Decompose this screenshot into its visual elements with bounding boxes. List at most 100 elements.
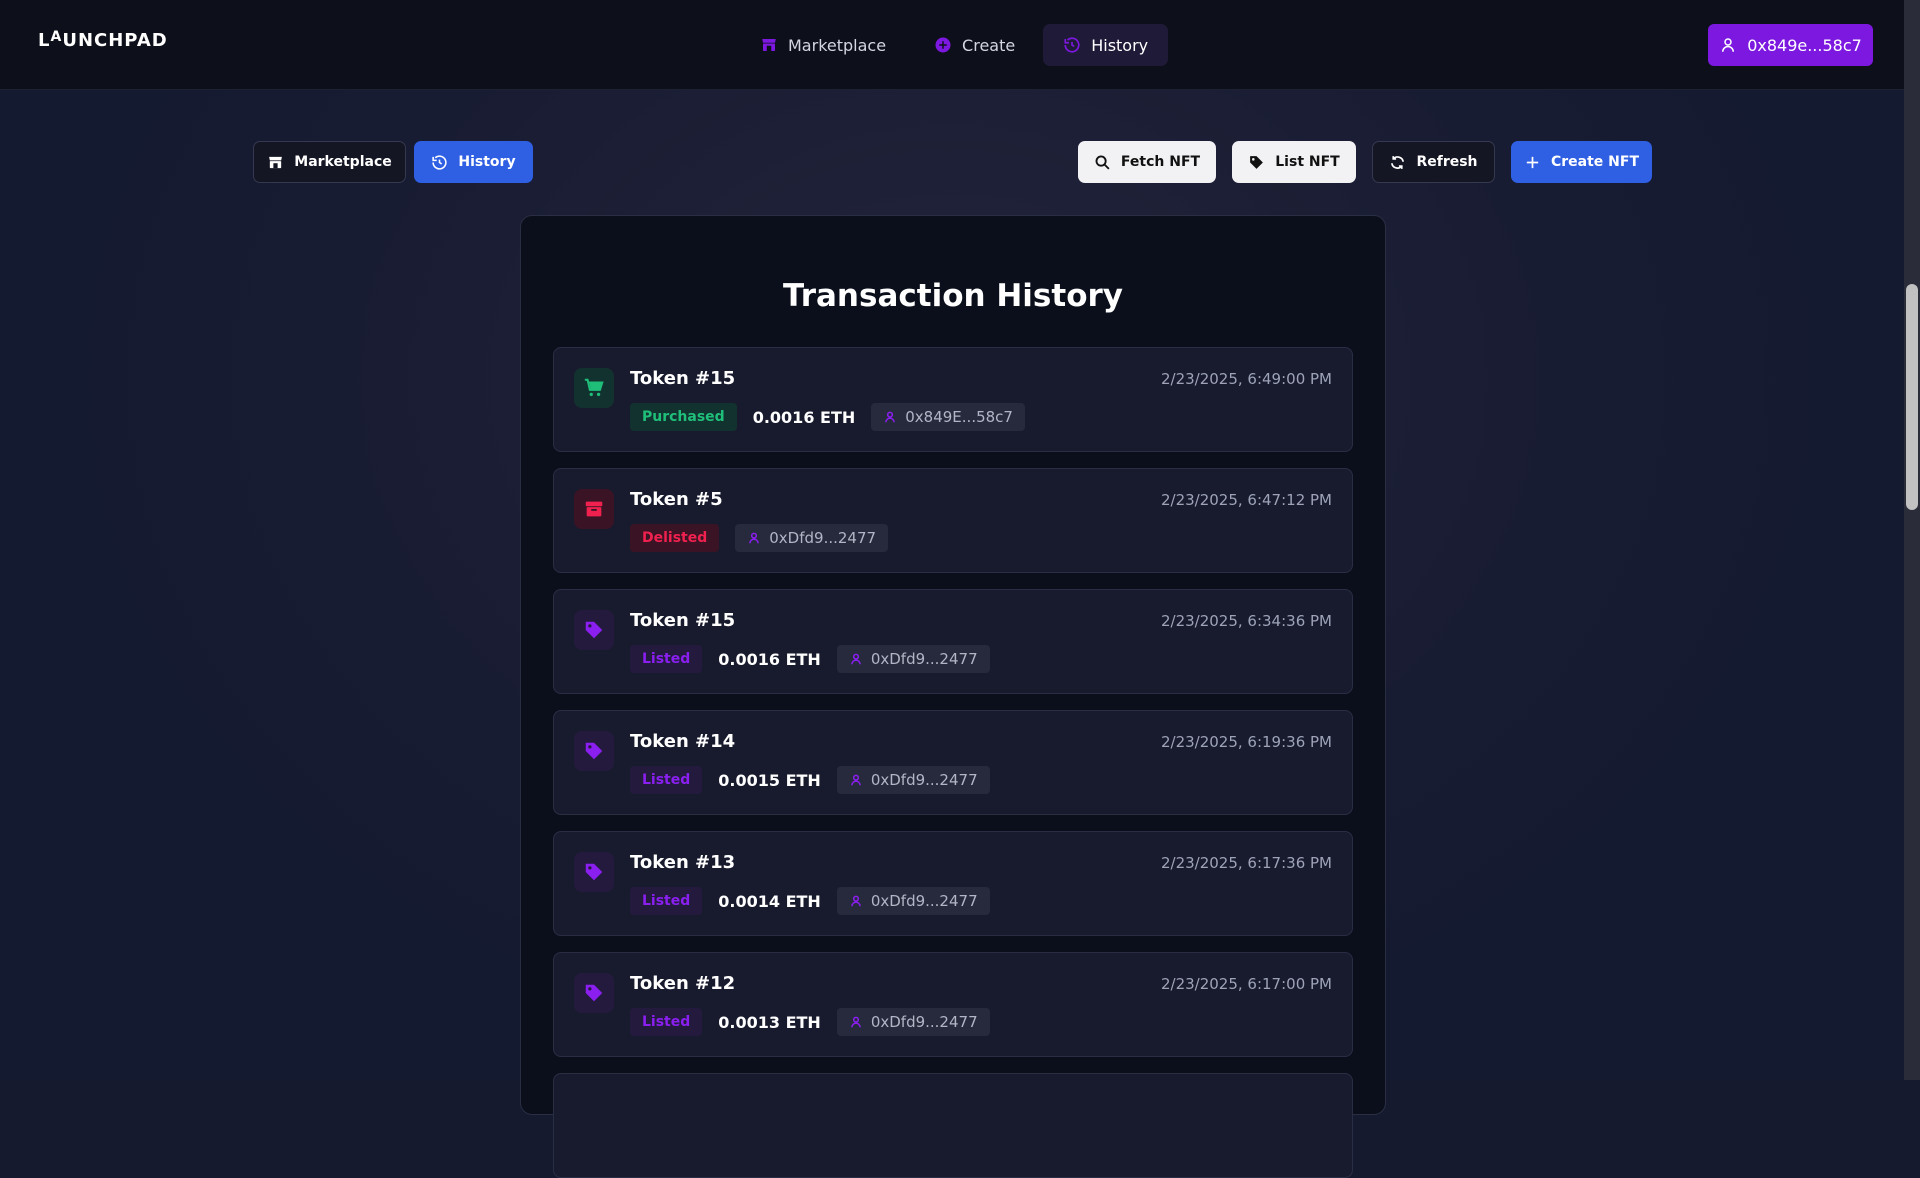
token-name: Token #13 (630, 852, 736, 873)
store-icon (269, 156, 283, 168)
user-icon (850, 774, 861, 786)
transaction-row[interactable] (553, 1073, 1353, 1178)
status-badge: Listed (630, 766, 703, 794)
address-text: 0xDfd9...2477 (769, 529, 877, 547)
transaction-date: 2/23/2025, 6:17:00 PM (1160, 975, 1332, 993)
transaction-meta: Listed 0.0014 ETH 0xDfd9...2477 (630, 887, 990, 915)
tag-icon (574, 731, 614, 771)
transaction-date: 2/23/2025, 6:34:36 PM (1160, 612, 1332, 630)
create-nft-button[interactable]: Create NFT (1511, 141, 1652, 183)
user-icon (885, 411, 896, 423)
transaction-date: 2/23/2025, 6:49:00 PM (1160, 370, 1332, 388)
transaction-row[interactable]: Token #13 2/23/2025, 6:17:36 PM Listed 0… (553, 831, 1353, 936)
price: 0.0015 ETH (718, 770, 821, 790)
transaction-row[interactable]: Token #12 2/23/2025, 6:17:00 PM Listed 0… (553, 952, 1353, 1057)
button-label: History (458, 154, 516, 170)
button-label: Marketplace (294, 154, 392, 170)
user-icon (1722, 38, 1735, 52)
page-scrollbar[interactable] (1904, 0, 1920, 1080)
transaction-row[interactable]: Token #15 2/23/2025, 6:34:36 PM Listed 0… (553, 589, 1353, 694)
token-name: Token #14 (630, 731, 736, 752)
nav-item-marketplace[interactable]: Marketplace (740, 24, 906, 66)
address-chip[interactable]: 0xDfd9...2477 (836, 887, 990, 915)
logo-letter-a: A (50, 29, 63, 45)
user-icon (850, 895, 861, 907)
button-label: Create NFT (1550, 154, 1639, 170)
plus-circle-icon (935, 37, 951, 53)
transaction-row[interactable]: Token #5 2/23/2025, 6:47:12 PM Delisted … (553, 468, 1353, 573)
status-badge: Delisted (630, 524, 720, 552)
status-badge: Listed (630, 645, 703, 673)
logo-rest: UNCHPAD (62, 30, 168, 51)
transaction-meta: Listed 0.0013 ETH 0xDfd9...2477 (630, 1008, 990, 1036)
scrollbar-thumb[interactable] (1906, 284, 1918, 510)
refresh-icon (1391, 155, 1405, 169)
main-nav: Marketplace Create History (740, 24, 1169, 66)
status-badge: Listed (630, 887, 703, 915)
fetch-nft-button[interactable]: Fetch NFT (1078, 141, 1216, 183)
transaction-history-panel: Transaction History Token #15 2/23/2025,… (520, 215, 1386, 1178)
transaction-date: 2/23/2025, 6:17:36 PM (1160, 854, 1332, 872)
price: 0.0016 ETH (718, 649, 821, 669)
user-icon (850, 1016, 861, 1028)
marketplace-button[interactable]: Marketplace (253, 141, 406, 183)
nav-item-label: History (1091, 35, 1149, 55)
transaction-meta: Purchased 0.0016 ETH 0x849E...58c7 (630, 403, 1025, 431)
wallet-address: 0x849e...58c7 (1747, 35, 1862, 55)
search-icon (1095, 155, 1110, 170)
history-button[interactable]: History (414, 141, 533, 183)
token-name: Token #15 (630, 610, 736, 631)
token-name: Token #5 (630, 489, 723, 510)
status-badge: Listed (630, 1008, 703, 1036)
panel-title: Transaction History (782, 278, 1123, 314)
tag-icon (574, 852, 614, 892)
nav-item-label: Marketplace (788, 35, 887, 55)
user-icon (749, 532, 760, 544)
user-icon (850, 653, 861, 665)
token-name: Token #15 (630, 368, 736, 389)
archive-icon (574, 489, 614, 529)
button-label: Refresh (1416, 154, 1478, 170)
transaction-date: 2/23/2025, 6:47:12 PM (1160, 491, 1332, 509)
history-icon (432, 154, 448, 170)
status-badge: Purchased (630, 403, 737, 431)
token-name: Token #12 (630, 973, 736, 994)
transaction-row[interactable]: Token #14 2/23/2025, 6:19:36 PM Listed 0… (553, 710, 1353, 815)
cart-icon (574, 368, 614, 408)
address-text: 0x849E...58c7 (905, 408, 1013, 426)
transaction-meta: Listed 0.0016 ETH 0xDfd9...2477 (630, 645, 990, 673)
address-chip[interactable]: 0xDfd9...2477 (836, 766, 990, 794)
tag-icon (574, 610, 614, 650)
price: 0.0016 ETH (752, 407, 856, 427)
app-logo[interactable]: LAUNCHPAD (38, 29, 168, 51)
top-nav-bar: LAUNCHPAD Marketplace Create History 0x8… (0, 0, 1904, 90)
button-label: Fetch NFT (1120, 154, 1201, 170)
address-chip[interactable]: 0xDfd9...2477 (836, 645, 990, 673)
button-label: List NFT (1275, 154, 1340, 170)
address-text: 0xDfd9...2477 (870, 892, 978, 910)
nav-item-create[interactable]: Create (914, 24, 1035, 66)
address-chip[interactable]: 0xDfd9...2477 (735, 524, 889, 552)
tag-icon (1250, 155, 1264, 169)
address-chip[interactable]: 0x849E...58c7 (871, 403, 1025, 431)
price: 0.0013 ETH (718, 1012, 821, 1032)
nav-item-label: Create (962, 35, 1016, 55)
history-icon (1064, 37, 1080, 53)
nav-item-history[interactable]: History (1043, 24, 1169, 66)
transaction-date: 2/23/2025, 6:19:36 PM (1160, 733, 1332, 751)
price: 0.0014 ETH (718, 891, 821, 911)
transaction-meta: Delisted 0xDfd9...2477 (630, 524, 889, 552)
logo-letter-l: L (38, 30, 51, 51)
wallet-button[interactable]: 0x849e...58c7 (1708, 24, 1873, 66)
transaction-row[interactable]: Token #15 2/23/2025, 6:49:00 PM Purchase… (553, 347, 1353, 452)
transaction-meta: Listed 0.0015 ETH 0xDfd9...2477 (630, 766, 990, 794)
address-text: 0xDfd9...2477 (870, 771, 978, 789)
list-nft-button[interactable]: List NFT (1232, 141, 1356, 183)
plus-icon (1526, 156, 1539, 168)
refresh-button[interactable]: Refresh (1372, 141, 1495, 183)
address-chip[interactable]: 0xDfd9...2477 (836, 1008, 990, 1036)
store-icon (762, 39, 776, 51)
address-text: 0xDfd9...2477 (870, 650, 978, 668)
address-text: 0xDfd9...2477 (870, 1013, 978, 1031)
tag-icon (574, 973, 614, 1013)
